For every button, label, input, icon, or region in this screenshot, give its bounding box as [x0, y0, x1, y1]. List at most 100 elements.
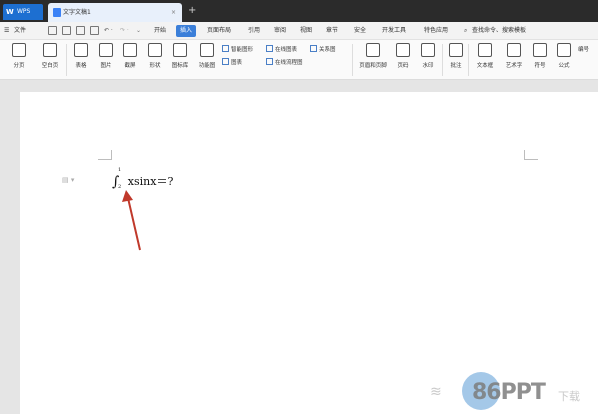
watermark-label: 水印 — [422, 63, 434, 69]
function-chart-button[interactable]: 功能图 — [195, 43, 219, 77]
shapes-icon — [148, 43, 162, 57]
page-break-label: 分页 — [13, 63, 25, 69]
watermark-brand: 86PPT — [472, 380, 546, 405]
tab-review[interactable]: 审阅 — [274, 25, 286, 37]
flowchart-icon — [266, 58, 273, 65]
page-number-button[interactable]: 页码 — [393, 43, 413, 77]
icon-library-icon — [173, 43, 187, 57]
header-footer-icon — [366, 43, 380, 57]
smart-graphic-label: 智能图形 — [231, 47, 254, 53]
ribbon-divider — [442, 44, 443, 76]
text-box-button[interactable]: 文本框 — [472, 43, 498, 77]
paragraph-anchor-icon[interactable]: ▤ ▾ — [62, 176, 74, 184]
watermark-icon — [421, 43, 435, 57]
smart-graphic-button[interactable]: 智能图形 — [222, 45, 253, 55]
relation-chart-button[interactable]: 关系图 — [310, 45, 336, 55]
print-icon[interactable] — [76, 26, 85, 35]
online-chart-button[interactable]: 在线图表 — [266, 45, 297, 55]
search-icon[interactable]: ⌕ — [464, 25, 467, 37]
command-search[interactable]: 查找命令、搜索模板 — [472, 25, 526, 37]
tab-developer[interactable]: 开发工具 — [382, 25, 406, 37]
tab-insert[interactable]: 插入 — [176, 25, 197, 37]
tab-view[interactable]: 视图 — [300, 25, 312, 37]
symbol-label: 符号 — [534, 63, 546, 69]
numbering-button[interactable]: 编号 — [578, 45, 589, 55]
title-bar: W WPS 文字文稿1 × + — [0, 0, 598, 22]
document-canvas[interactable]: ▤ ▾ ∫ 1 2 xsinx＝? — [0, 80, 598, 414]
scissors-icon — [123, 43, 137, 57]
document-icon — [53, 8, 61, 17]
function-chart-icon — [200, 43, 214, 57]
insert-ribbon: 分页 空白页 表格 图片 截屏 形状 图标库 功能图 智能图形 在线图表 关系图… — [0, 40, 598, 80]
tab-section[interactable]: 章节 — [326, 25, 338, 37]
equation-body: xsinx＝? — [127, 175, 174, 188]
shapes-label: 形状 — [149, 63, 161, 69]
close-tab-icon[interactable]: × — [171, 3, 176, 22]
document-tab[interactable]: 文字文稿1 × — [48, 3, 182, 22]
online-chart-icon — [266, 45, 273, 52]
online-flowchart-button[interactable]: 在线流程图 — [266, 58, 303, 68]
shapes-button[interactable]: 形状 — [144, 43, 166, 77]
page-break-button[interactable]: 分页 — [8, 43, 30, 77]
redo-icon[interactable]: ↷ · — [120, 25, 129, 37]
integral-upper-limit: 1 — [118, 167, 122, 173]
text-box-label: 文本框 — [476, 63, 494, 69]
table-icon — [74, 43, 88, 57]
chart-icon — [222, 58, 229, 65]
screenshot-button[interactable]: 截屏 — [119, 43, 141, 77]
red-arrow-annotation — [122, 190, 141, 251]
customize-quick-access-icon[interactable]: ⌄ — [136, 25, 141, 37]
wps-home-tab[interactable]: W WPS — [3, 4, 43, 20]
undo-icon[interactable]: ↶ · — [104, 25, 113, 37]
blank-page-button[interactable]: 空白页 — [36, 43, 64, 77]
picture-label: 图片 — [100, 63, 112, 69]
document-page[interactable]: ▤ ▾ ∫ 1 2 xsinx＝? — [20, 92, 598, 414]
pi-icon — [557, 43, 571, 57]
online-flowchart-label: 在线流程图 — [275, 60, 303, 66]
watermark-button[interactable]: 水印 — [417, 43, 439, 77]
ribbon-divider — [352, 44, 353, 76]
tab-featured-apps[interactable]: 特色应用 — [424, 25, 448, 37]
word-art-label: 艺术字 — [505, 63, 523, 69]
blank-page-icon — [43, 43, 57, 57]
file-menu[interactable]: 文件 — [14, 25, 26, 37]
picture-button[interactable]: 图片 — [95, 43, 117, 77]
table-button[interactable]: 表格 — [70, 43, 92, 77]
header-footer-button[interactable]: 页眉和页脚 — [356, 43, 390, 77]
tab-home[interactable]: 开始 — [154, 25, 166, 37]
hamburger-icon[interactable]: ☰ — [4, 25, 9, 37]
output-pdf-icon[interactable] — [62, 26, 71, 35]
wps-logo-icon: W — [6, 8, 14, 16]
word-art-button[interactable]: 艺术字 — [501, 43, 527, 77]
tab-page-layout[interactable]: 页面布局 — [207, 25, 231, 37]
comment-button[interactable]: 批注 — [446, 43, 466, 77]
tab-references[interactable]: 引用 — [248, 25, 260, 37]
document-tab-label: 文字文稿1 — [63, 9, 91, 16]
picture-icon — [99, 43, 113, 57]
relation-chart-icon — [310, 45, 317, 52]
save-icon[interactable] — [48, 26, 57, 35]
table-label: 表格 — [75, 63, 87, 69]
chart-label: 图表 — [231, 60, 243, 66]
page-number-icon — [396, 43, 410, 57]
omega-icon — [533, 43, 547, 57]
chart-button[interactable]: 图表 — [222, 58, 242, 68]
text-box-icon — [478, 43, 492, 57]
tab-security[interactable]: 安全 — [354, 25, 366, 37]
header-footer-label: 页眉和页脚 — [359, 63, 387, 69]
icon-library-label: 图标库 — [171, 63, 189, 69]
equation-object[interactable]: ∫ 1 2 xsinx＝? — [112, 167, 174, 190]
preview-icon[interactable] — [90, 26, 99, 35]
top-left-crop-mark — [98, 150, 112, 160]
new-tab-button[interactable]: + — [188, 3, 196, 19]
comment-label: 批注 — [450, 63, 462, 69]
ribbon-divider — [468, 44, 469, 76]
ribbon-divider — [66, 44, 67, 76]
relation-chart-label: 关系图 — [319, 47, 336, 53]
icon-library-button[interactable]: 图标库 — [168, 43, 192, 77]
symbol-button[interactable]: 符号 — [530, 43, 550, 77]
comment-icon — [449, 43, 463, 57]
online-chart-label: 在线图表 — [275, 47, 298, 53]
word-art-icon — [507, 43, 521, 57]
equation-button[interactable]: 公式 — [554, 43, 574, 77]
